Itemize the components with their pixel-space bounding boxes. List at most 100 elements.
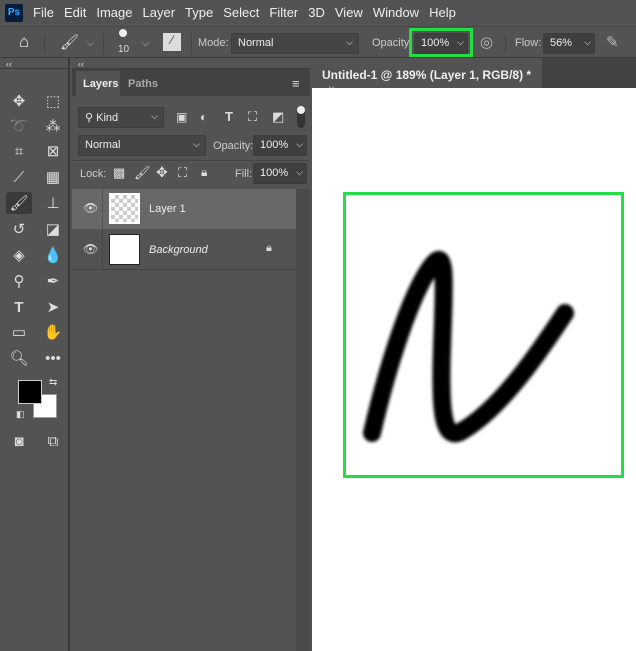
blur-tool-icon[interactable]: 💧: [40, 244, 66, 266]
type-tool-icon[interactable]: T: [6, 296, 32, 318]
type-filter-icon[interactable]: T: [225, 109, 233, 124]
canvas[interactable]: [312, 88, 636, 651]
layer-row-background[interactable]: 👁︎ Background 🔒︎: [72, 230, 296, 270]
visibility-eye-icon[interactable]: 👁︎: [83, 242, 98, 256]
magic-wand-tool-icon[interactable]: ⁂: [40, 115, 66, 137]
brush-settings-icon[interactable]: ⁄: [163, 33, 181, 51]
pen-tool-icon[interactable]: ✒: [40, 270, 66, 292]
menu-image[interactable]: Image: [96, 5, 132, 20]
blend-mode-value: Normal: [85, 139, 121, 151]
mode-select[interactable]: Normal ⌵: [231, 33, 359, 54]
photoshop-logo: Ps: [5, 3, 23, 22]
marquee-tool-icon[interactable]: ⬚: [40, 90, 66, 112]
flow-input[interactable]: 56% ⌵: [543, 33, 595, 54]
chevron-down-icon[interactable]: ⌵: [142, 38, 149, 49]
lock-position-icon[interactable]: ✥: [156, 164, 168, 181]
filter-toggle[interactable]: [297, 106, 305, 128]
options-bar: ⌂ 🖌 ⌵ 10 ⌵ ⁄ Mode: Normal ⌵ Opacity: 100%…: [0, 26, 636, 58]
brush-tool-icon[interactable]: 🖌: [6, 192, 32, 214]
document-title: Untitled-1 @ 189% (Layer 1, RGB/8) *: [322, 68, 532, 82]
clone-stamp-tool-icon[interactable]: ⊥: [40, 192, 66, 214]
lock-transparent-icon[interactable]: ▩: [113, 165, 125, 181]
fill-input[interactable]: 100% ⌵: [253, 163, 307, 184]
fill-value: 100%: [260, 167, 289, 179]
mode-value: Normal: [238, 37, 274, 49]
pixel-filter-icon[interactable]: ▣: [176, 110, 187, 124]
opacity-input[interactable]: 100% ⌵: [414, 33, 468, 54]
layer-opacity-label: Opacity:: [213, 140, 254, 152]
path-selection-tool-icon[interactable]: ➤: [40, 296, 66, 318]
zoom-tool-icon[interactable]: 🔍︎: [6, 347, 32, 369]
tab-paths[interactable]: Paths: [128, 78, 158, 90]
visibility-eye-icon[interactable]: 👁︎: [83, 201, 98, 215]
eraser-tool-icon[interactable]: ◪: [40, 218, 66, 240]
menu-window[interactable]: Window: [373, 5, 419, 20]
blend-mode-select[interactable]: Normal ⌵: [78, 135, 206, 156]
filter-kind-select[interactable]: ⚲ Kind ⌵: [78, 107, 164, 128]
hand-tool-icon[interactable]: ✋: [40, 321, 66, 343]
mode-label: Mode:: [198, 37, 229, 49]
menu-bar: Ps File Edit Image Layer Type Select Fil…: [0, 0, 636, 25]
lock-artboard-icon[interactable]: ⛶: [178, 165, 187, 181]
toolbox: ‹‹ ✥ ⬚ ➰ ⁂ ⌗ ⊠ ⟋ ▦ 🖌 ⊥ ↺ ◪ ◈ 💧 ⚲ ✒ T ➤ ▭…: [0, 58, 70, 651]
layer-name[interactable]: Layer 1: [149, 203, 186, 215]
panel-scrollbar[interactable]: [296, 189, 310, 651]
dodge-tool-icon[interactable]: ⚲: [6, 270, 32, 292]
menu-view[interactable]: View: [335, 5, 363, 20]
layer-thumbnail: [109, 193, 140, 224]
search-icon: ⚲: [85, 112, 97, 124]
layer-name[interactable]: Background: [149, 244, 208, 256]
paint-bucket-tool-icon[interactable]: ◈: [6, 244, 32, 266]
flow-label: Flow:: [515, 37, 542, 49]
panel-menu-icon[interactable]: ≡: [292, 76, 300, 91]
adjustment-filter-icon[interactable]: ◐: [200, 110, 207, 124]
lock-label: Lock:: [80, 168, 107, 180]
menu-help[interactable]: Help: [429, 5, 456, 20]
rectangle-tool-icon[interactable]: ▭: [6, 321, 32, 343]
move-tool-icon[interactable]: ✥: [6, 90, 32, 112]
layer-row-layer1[interactable]: 👁︎ Layer 1: [72, 189, 296, 229]
screen-mode-icon[interactable]: ⧉: [40, 430, 66, 452]
history-brush-tool-icon[interactable]: ↺: [6, 218, 32, 240]
pressure-opacity-icon[interactable]: ◎: [480, 33, 493, 51]
healing-brush-tool-icon[interactable]: ▦: [40, 166, 66, 188]
quick-mask-icon[interactable]: ◙: [6, 430, 32, 452]
home-icon[interactable]: ⌂: [19, 32, 29, 52]
layer-opacity-value: 100%: [260, 139, 289, 151]
swap-colors-icon[interactable]: ⇆: [49, 377, 57, 388]
frame-tool-icon[interactable]: ⊠: [40, 140, 66, 162]
airbrush-icon[interactable]: ✎: [606, 33, 619, 51]
eyedropper-tool-icon[interactable]: ⟋: [6, 166, 32, 188]
brush-size: 10: [118, 44, 130, 55]
menu-file[interactable]: File: [33, 5, 54, 20]
shape-filter-icon[interactable]: ⛶: [248, 109, 257, 125]
menu-select[interactable]: Select: [223, 5, 259, 20]
lock-icon: 🔒︎: [266, 242, 272, 254]
lasso-tool-icon[interactable]: ➰: [6, 115, 32, 137]
layer-thumbnail: [109, 234, 140, 265]
menu-edit[interactable]: Edit: [64, 5, 86, 20]
menu-filter[interactable]: Filter: [269, 5, 298, 20]
menu-layer[interactable]: Layer: [143, 5, 176, 20]
layers-panel: ‹‹ Layers Paths ≡ ⚲ Kind ⌵ ▣ ◐ T ⛶ ◩ Norm…: [72, 58, 310, 651]
lock-image-icon[interactable]: 🖌: [134, 165, 151, 181]
default-colors-icon[interactable]: ◧: [16, 409, 25, 420]
menu-type[interactable]: Type: [185, 5, 213, 20]
smart-object-filter-icon[interactable]: ◩: [272, 109, 284, 125]
document-tab[interactable]: Untitled-1 @ 189% (Layer 1, RGB/8) * ×: [312, 58, 542, 96]
tab-layers[interactable]: Layers: [76, 71, 120, 96]
brush-stroke: [363, 251, 574, 443]
crop-tool-icon[interactable]: ⌗: [6, 140, 32, 162]
layer-opacity-input[interactable]: 100% ⌵: [253, 135, 307, 156]
chevron-down-icon[interactable]: ⌵: [87, 38, 94, 49]
brush-tip-icon[interactable]: [119, 29, 127, 37]
more-tools-icon[interactable]: •••: [40, 347, 66, 369]
document-area: Untitled-1 @ 189% (Layer 1, RGB/8) * ×: [312, 58, 636, 651]
opacity-value: 100%: [421, 37, 450, 49]
foreground-color-swatch[interactable]: [18, 380, 42, 404]
opacity-label: Opacity:: [372, 37, 413, 49]
menu-3d[interactable]: 3D: [308, 5, 325, 20]
brush-tool-preset-icon[interactable]: 🖌: [60, 33, 79, 51]
lock-all-icon[interactable]: 🔒︎: [201, 165, 207, 180]
fill-label: Fill:: [235, 168, 253, 180]
